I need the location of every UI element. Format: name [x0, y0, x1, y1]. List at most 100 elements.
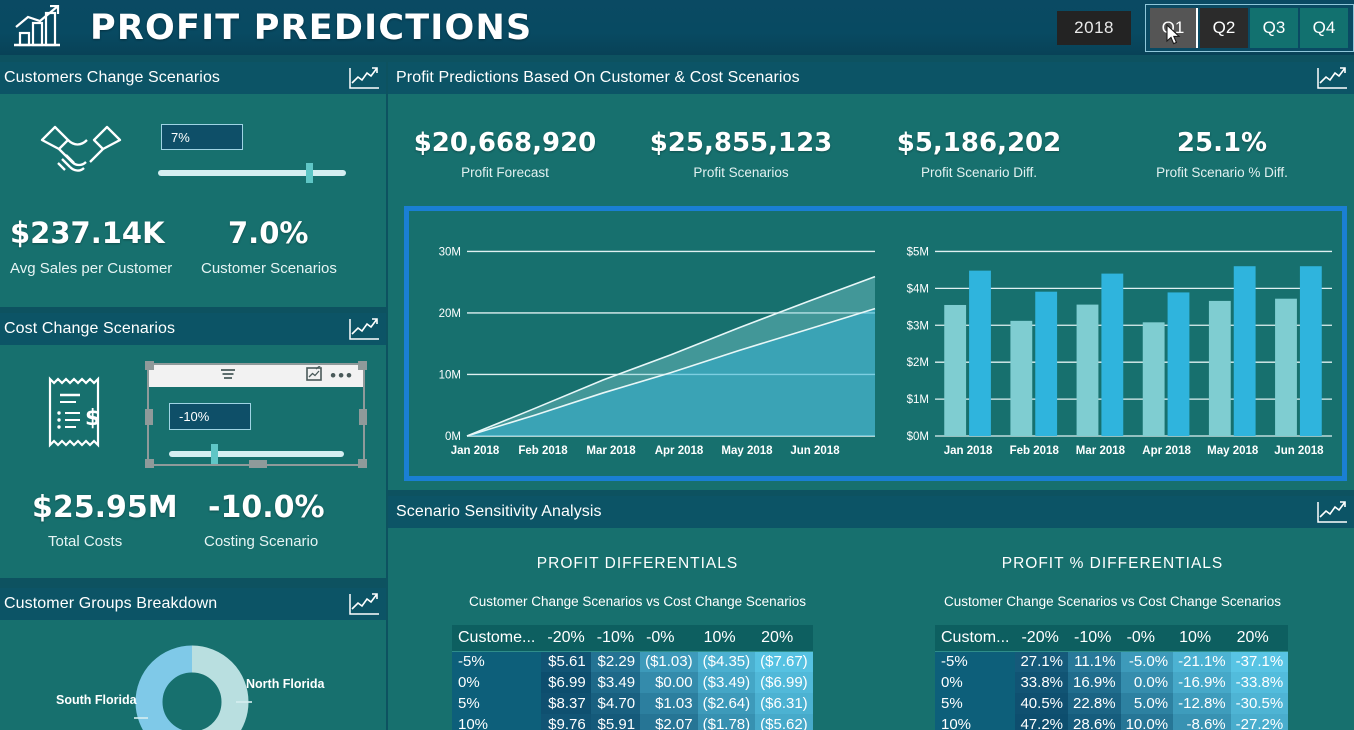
matrix-cell[interactable]: ($5.62) [755, 714, 813, 730]
kpi-card-profit-forecast[interactable]: $20,668,920 Profit Forecast [410, 128, 600, 180]
matrix-cell[interactable]: 0.0% [1120, 672, 1174, 693]
matrix-cell[interactable]: $5.91 [590, 714, 641, 730]
matrix-column-header[interactable]: 10% [697, 625, 756, 652]
kpi-card-profit-scenarios[interactable]: $25,855,123 Profit Scenarios [646, 128, 836, 180]
matrix-cell[interactable]: $5.61 [541, 651, 591, 672]
resize-handle-bl[interactable] [145, 459, 154, 468]
cost-scenario-slider[interactable] [169, 444, 344, 464]
matrix-row-header[interactable]: 10% [452, 714, 542, 730]
matrix-row-header[interactable]: 5% [452, 693, 542, 714]
quarter-button-q2[interactable]: Q2 [1200, 7, 1248, 48]
matrix-column-header[interactable]: -0% [1120, 625, 1174, 652]
matrix-cell[interactable]: -5.0% [1120, 651, 1174, 672]
matrix-cell[interactable]: $3.49 [590, 672, 641, 693]
cost-scenario-value-input[interactable]: -10% [169, 403, 251, 430]
matrix-cell[interactable]: 47.2% [1015, 714, 1069, 730]
line-chart-icon[interactable] [348, 592, 380, 616]
cost-scenario-visual-selected[interactable]: ••• -10% [145, 361, 367, 468]
matrix-column-header[interactable]: -10% [590, 625, 641, 652]
matrix-column-header[interactable]: -20% [541, 625, 591, 652]
matrix-column-header[interactable]: -20% [1015, 625, 1069, 652]
matrix-cell[interactable]: 28.6% [1068, 714, 1121, 730]
matrix-cell[interactable]: $2.07 [640, 714, 698, 730]
quarter-button-q4[interactable]: Q4 [1300, 7, 1348, 48]
matrix-row[interactable]: 5% 40.5% 22.8% 5.0% -12.8% -30.5% [935, 693, 1289, 714]
matrix-cell[interactable]: 27.1% [1015, 651, 1069, 672]
matrix-cell[interactable]: 40.5% [1015, 693, 1069, 714]
matrix-cell[interactable]: $1.03 [640, 693, 698, 714]
matrix-cell[interactable]: $0.00 [640, 672, 698, 693]
matrix-row[interactable]: -5% 27.1% 11.1% -5.0% -21.1% -37.1% [935, 651, 1289, 672]
matrix-cell[interactable]: 11.1% [1068, 651, 1121, 672]
matrix-row[interactable]: 0% 33.8% 16.9% 0.0% -16.9% -33.8% [935, 672, 1289, 693]
matrix-cell[interactable]: -16.9% [1173, 672, 1231, 693]
matrix-row-header[interactable]: 0% [935, 672, 1016, 693]
resize-handle-r[interactable] [359, 409, 367, 425]
matrix-cell[interactable]: 22.8% [1068, 693, 1121, 714]
matrix-column-header[interactable]: -0% [640, 625, 698, 652]
matrix-cell[interactable]: $6.99 [541, 672, 591, 693]
matrix-cell[interactable]: ($1.03) [640, 651, 698, 672]
matrix-row[interactable]: 10% 47.2% 28.6% 10.0% -8.6% -27.2% [935, 714, 1289, 730]
kpi-card-profit-scenario-pct-diff[interactable]: 25.1% Profit Scenario % Diff. [1122, 128, 1322, 180]
matrix-cell[interactable]: ($7.67) [755, 651, 813, 672]
matrix-row[interactable]: 5% $8.37 $4.70 $1.03 ($2.64) ($6.31) [452, 693, 813, 714]
matrix-row-header[interactable]: 5% [935, 693, 1016, 714]
matrix-corner-header[interactable]: Custome... [452, 625, 542, 652]
resize-handle-b[interactable] [249, 460, 267, 468]
resize-handle-tl[interactable] [145, 361, 154, 370]
matrix-cell[interactable]: $8.37 [541, 693, 591, 714]
matrix-row[interactable]: -5% $5.61 $2.29 ($1.03) ($4.35) ($7.67) [452, 651, 813, 672]
matrix-cell[interactable]: $4.70 [590, 693, 641, 714]
matrix-cell[interactable]: -8.6% [1173, 714, 1231, 730]
line-chart-icon[interactable] [348, 317, 380, 341]
matrix-cell[interactable]: ($1.78) [697, 714, 756, 730]
focus-mode-icon[interactable] [306, 363, 322, 387]
matrix-cell[interactable]: -27.2% [1230, 714, 1289, 730]
matrix-column-header[interactable]: 20% [755, 625, 813, 652]
charts-selection-frame[interactable]: 0M 10M 20M 30M Jan 2018 Feb 2018 Mar 2018 Apr 2… [404, 206, 1347, 481]
monthly-profit-bar-chart[interactable]: $0M $1M $2M $3M $4M $5M Jan 2018 Feb 2018 Mar 20… [887, 211, 1342, 476]
cumulative-profit-area-chart[interactable]: 0M 10M 20M 30M Jan 2018 Feb 2018 Mar 2018 Apr 2… [417, 211, 887, 476]
cost-slider-thumb[interactable] [211, 444, 218, 464]
matrix-row-header[interactable]: 10% [935, 714, 1016, 730]
matrix-cell[interactable]: ($2.64) [697, 693, 756, 714]
resize-handle-l[interactable] [145, 409, 153, 425]
quarter-button-q3[interactable]: Q3 [1250, 7, 1298, 48]
matrix-cell[interactable]: 5.0% [1120, 693, 1174, 714]
matrix-cell[interactable]: ($6.99) [755, 672, 813, 693]
matrix-column-header[interactable]: 20% [1230, 625, 1289, 652]
matrix-row[interactable]: 0% $6.99 $3.49 $0.00 ($3.49) ($6.99) [452, 672, 813, 693]
matrix-column-header[interactable]: -10% [1068, 625, 1121, 652]
customer-scenario-slider[interactable] [158, 163, 346, 183]
matrix-row-header[interactable]: -5% [935, 651, 1016, 672]
customer-groups-donut-chart[interactable] [0, 620, 386, 730]
matrix-cell[interactable]: -33.8% [1230, 672, 1289, 693]
matrix-cell[interactable]: ($4.35) [697, 651, 756, 672]
customer-scenario-value-input[interactable]: 7% [161, 124, 243, 150]
matrix-cell[interactable]: -12.8% [1173, 693, 1231, 714]
matrix-row-header[interactable]: -5% [452, 651, 542, 672]
matrix-cell[interactable]: 10.0% [1120, 714, 1174, 730]
matrix-cell[interactable]: 33.8% [1015, 672, 1069, 693]
matrix-cell[interactable]: -21.1% [1173, 651, 1231, 672]
resize-handle-tr[interactable] [358, 361, 367, 370]
matrix-row[interactable]: 10% $9.76 $5.91 $2.07 ($1.78) ($5.62) [452, 714, 813, 730]
matrix-cell[interactable]: 16.9% [1068, 672, 1121, 693]
matrix-profit-differentials[interactable]: Custome... -20% -10% -0% 10% 20% -5% $5.61 $2.29… [452, 625, 813, 730]
matrix-row-header[interactable]: 0% [452, 672, 542, 693]
line-chart-icon[interactable] [348, 66, 380, 90]
matrix-cell[interactable]: -37.1% [1230, 651, 1289, 672]
line-chart-icon[interactable] [1316, 500, 1348, 524]
year-slicer-2018[interactable]: 2018 [1057, 10, 1131, 45]
matrix-cell[interactable]: ($3.49) [697, 672, 756, 693]
matrix-column-header[interactable]: 10% [1173, 625, 1231, 652]
matrix-corner-header[interactable]: Custom... [935, 625, 1016, 652]
matrix-cell[interactable]: -30.5% [1230, 693, 1289, 714]
matrix-cell[interactable]: $9.76 [541, 714, 591, 730]
matrix-cell[interactable]: $2.29 [590, 651, 641, 672]
filter-icon[interactable] [217, 367, 239, 386]
more-options-icon[interactable]: ••• [330, 367, 354, 384]
matrix-profit-pct-differentials[interactable]: Custom... -20% -10% -0% 10% 20% -5% 27.1% 11.1% -… [935, 625, 1289, 730]
line-chart-icon[interactable] [1316, 66, 1348, 90]
